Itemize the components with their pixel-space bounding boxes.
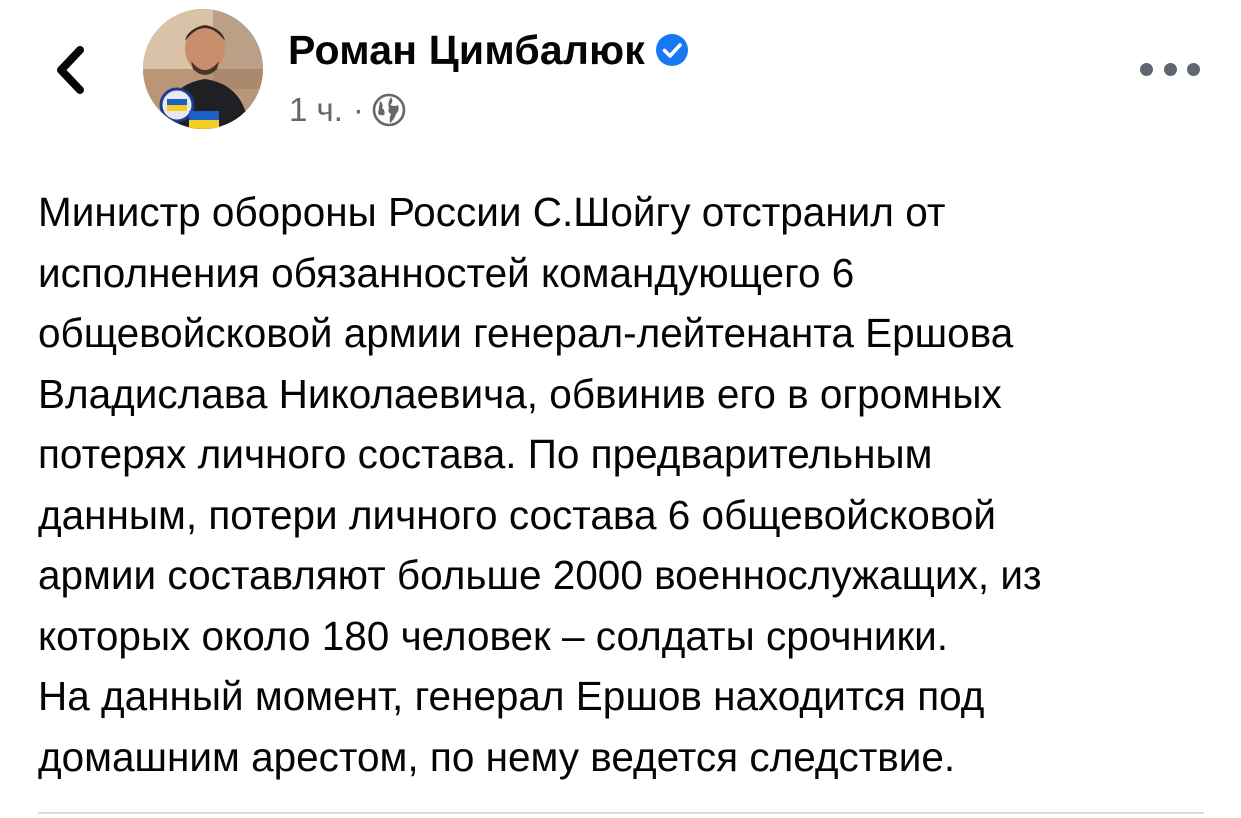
post-meta: 1 ч. ·	[289, 88, 406, 132]
author-row: Роман Цимбалюк	[288, 24, 689, 76]
post-time[interactable]: 1 ч.	[289, 91, 343, 129]
post-text-line: которых около 180 человек – солдаты сроч…	[38, 612, 949, 659]
meta-separator: ·	[352, 91, 364, 128]
post-text-line: армии составляют больше 2000 военнослужа…	[38, 552, 1042, 598]
more-dot	[1140, 62, 1153, 76]
post-text-line: На данный момент, генерал Ершов находитс…	[38, 673, 985, 719]
post-header: Роман Цимбалюк 1 ч. ·	[0, 0, 1241, 150]
verified-badge-icon	[656, 34, 689, 66]
more-dot	[1163, 62, 1177, 76]
avatar[interactable]	[143, 9, 263, 129]
post-text-line: домашним арестом, по нему ведется следст…	[38, 733, 956, 780]
post-text-line: исполнения обязанностей командующего 6	[38, 249, 855, 296]
post-text-line: Министр обороны России С.Шойгу отстранил…	[38, 189, 946, 235]
post-text-line: данным, потери личного состава 6 общевой…	[38, 491, 997, 538]
post-text-line: общевойсковой армии генерал-лейтенанта Е…	[38, 310, 1014, 356]
back-button[interactable]	[40, 38, 100, 102]
author-name[interactable]: Роман Цимбалюк	[288, 27, 645, 74]
post-text-line: потерях личного состава. По предваритель…	[38, 431, 933, 477]
avatar-photo	[143, 9, 263, 129]
post-body: Министр обороны России С.Шойгу отстранил…	[38, 182, 1218, 787]
post-text-line: Владислава Николаевича, обвинив его в ог…	[38, 370, 1002, 417]
more-options-button[interactable]	[1140, 54, 1200, 84]
more-dot	[1187, 62, 1200, 76]
chevron-left-icon	[57, 46, 84, 94]
divider	[38, 812, 1204, 814]
globe-icon[interactable]	[372, 93, 406, 127]
